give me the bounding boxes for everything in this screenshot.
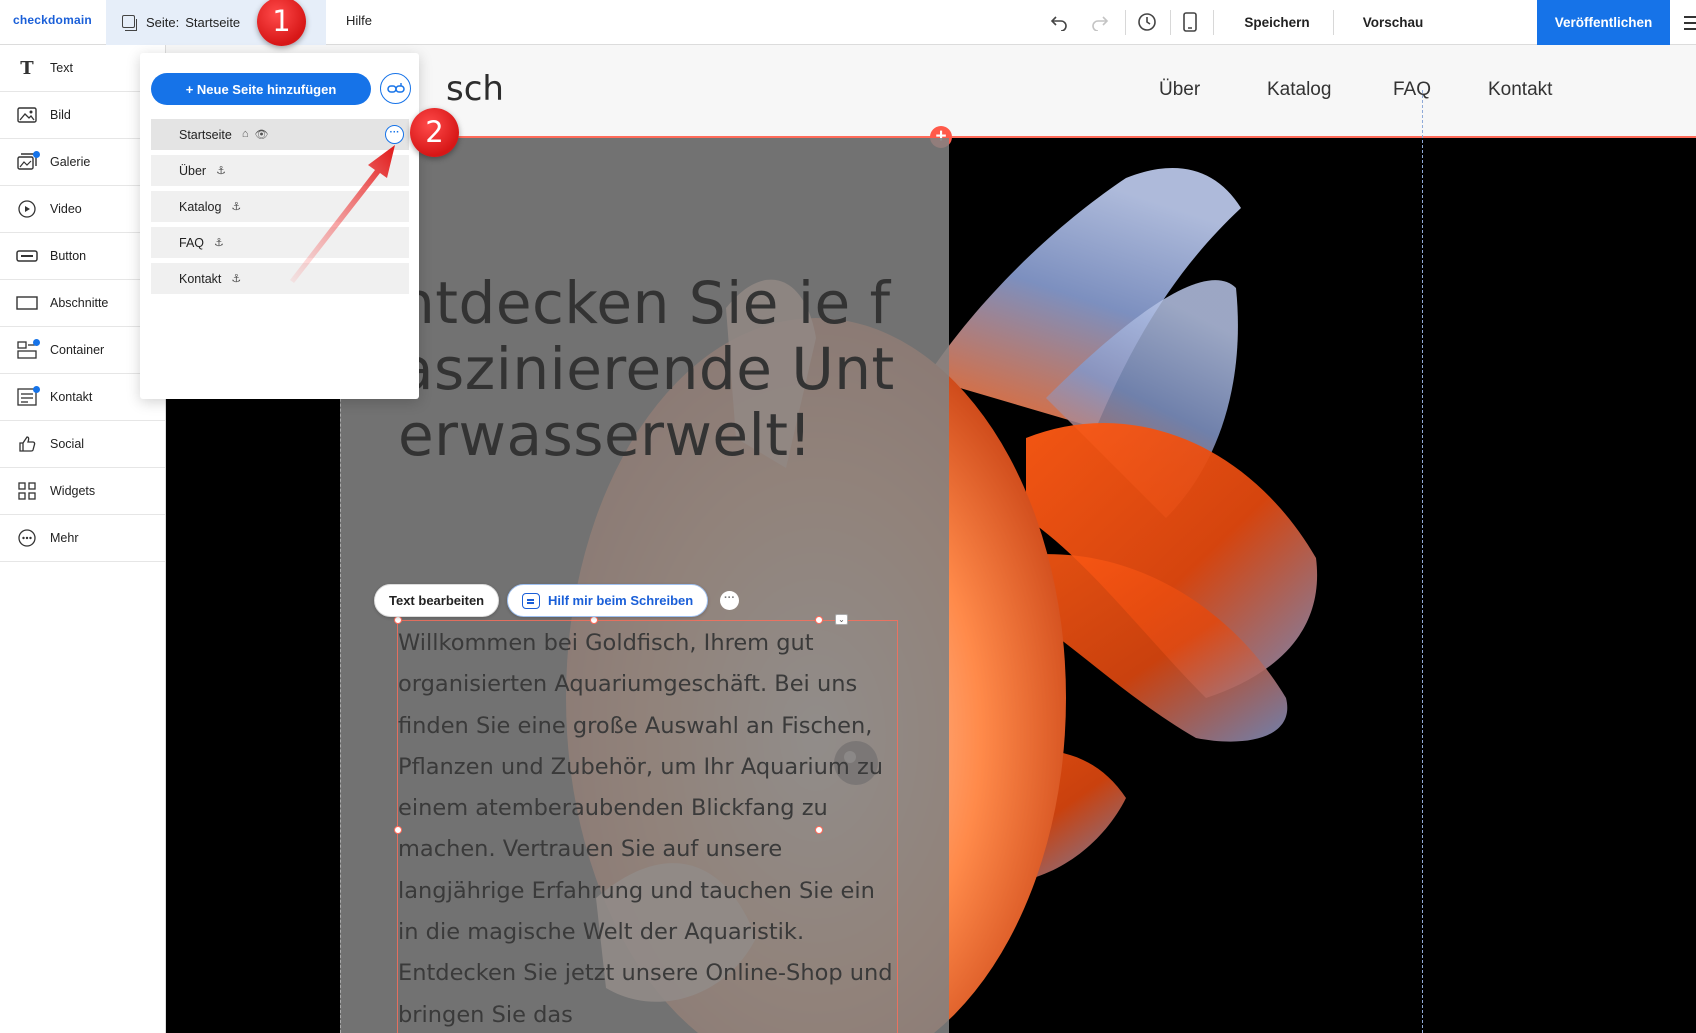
publish-button[interactable]: Veröffentlichen bbox=[1537, 0, 1670, 45]
help-link[interactable]: Hilfe bbox=[346, 13, 372, 28]
top-bar: checkdomain Seite: Startseite Hilfe Spei… bbox=[0, 0, 1696, 45]
link-page-icon[interactable] bbox=[380, 73, 411, 104]
image-icon bbox=[16, 105, 38, 125]
text-icon: T bbox=[20, 57, 34, 79]
layout-guide-line bbox=[1422, 90, 1423, 1033]
annotation-arrow bbox=[290, 145, 395, 283]
site-brand[interactable]: sch bbox=[446, 69, 504, 109]
hamburger-menu-icon[interactable] bbox=[1684, 16, 1696, 30]
home-icon: ⌂ bbox=[241, 128, 249, 140]
toolbar-divider bbox=[1333, 10, 1334, 35]
sidebar-item-more[interactable]: Mehr bbox=[0, 515, 165, 562]
gallery-icon bbox=[16, 151, 40, 172]
toolbar-divider bbox=[1125, 10, 1126, 35]
more-icon bbox=[16, 528, 38, 548]
nav-link-faq[interactable]: FAQ bbox=[1393, 79, 1431, 101]
anchor-icon: ⚓ bbox=[231, 201, 242, 213]
edit-text-button[interactable]: Text bearbeiten bbox=[374, 584, 500, 617]
save-button[interactable]: Speichern bbox=[1222, 0, 1332, 45]
sidebar-item-label: Kontakt bbox=[50, 390, 93, 404]
anchor-icon: ⚓ bbox=[214, 237, 224, 249]
hero-body-text[interactable]: Willkommen bei Goldfisch, Ihrem gut orga… bbox=[398, 623, 896, 1033]
contact-icon bbox=[16, 386, 40, 407]
page-selector-prefix: Seite: bbox=[146, 15, 180, 30]
video-icon bbox=[16, 199, 38, 219]
widgets-icon bbox=[16, 481, 38, 501]
toolbar-divider bbox=[1170, 10, 1171, 35]
history-icon[interactable] bbox=[1135, 10, 1159, 34]
nav-link-katalog[interactable]: Katalog bbox=[1267, 79, 1331, 101]
nav-link-ueber[interactable]: Über bbox=[1159, 79, 1200, 101]
page-row-label: Über bbox=[179, 163, 207, 178]
toolbar-divider bbox=[1213, 10, 1214, 35]
sidebar-item-label: Galerie bbox=[50, 155, 91, 169]
add-page-button[interactable]: + Neue Seite hinzufügen bbox=[151, 73, 371, 105]
sidebar-item-label: Abschnitte bbox=[50, 296, 109, 310]
nav-link-kontakt[interactable]: Kontakt bbox=[1488, 79, 1552, 101]
sidebar-item-label: Mehr bbox=[50, 531, 79, 545]
thumbs-up-icon bbox=[16, 434, 38, 454]
hero-title[interactable]: ntdecken Sie ie faszinierende Unterwasse… bbox=[398, 270, 918, 468]
anchor-icon: ⚓ bbox=[216, 165, 226, 177]
sidebar-item-social[interactable]: Social bbox=[0, 421, 165, 468]
page-row-label: Katalog bbox=[179, 199, 222, 214]
sidebar-item-label: Container bbox=[50, 343, 105, 357]
redo-icon[interactable] bbox=[1088, 10, 1112, 34]
sidebar-item-label: Social bbox=[50, 437, 85, 451]
page-row-label: Startseite bbox=[179, 127, 232, 142]
button-icon bbox=[16, 246, 38, 266]
page-row-label: FAQ bbox=[179, 235, 205, 250]
container-icon bbox=[16, 339, 40, 360]
callout-number-2: 2 bbox=[410, 108, 459, 157]
preview-button[interactable]: Vorschau bbox=[1338, 0, 1448, 45]
section-icon bbox=[16, 293, 38, 313]
page-selector-current: Startseite bbox=[185, 15, 241, 30]
more-options-icon[interactable]: ··· bbox=[720, 591, 739, 610]
sidebar-item-label: Button bbox=[50, 249, 87, 263]
sidebar-item-label: Bild bbox=[50, 108, 71, 122]
sidebar-item-label: Video bbox=[50, 202, 82, 216]
ai-write-button[interactable]: Hilf mir beim Schreiben bbox=[507, 584, 709, 617]
logo: checkdomain bbox=[13, 13, 92, 27]
eye-icon: 👁 bbox=[254, 129, 269, 141]
sidebar-item-widgets[interactable]: Widgets bbox=[0, 468, 165, 515]
sidebar-item-label: Widgets bbox=[50, 484, 96, 498]
anchor-icon: ⚓ bbox=[231, 273, 242, 285]
pages-icon bbox=[122, 15, 137, 31]
ai-write-label: Hilf mir beim Schreiben bbox=[548, 593, 694, 608]
chat-ai-icon bbox=[522, 592, 540, 609]
mobile-view-icon[interactable] bbox=[1178, 10, 1202, 34]
sidebar-item-label: Text bbox=[50, 61, 73, 75]
undo-icon[interactable] bbox=[1047, 10, 1071, 34]
page-row-label: Kontakt bbox=[179, 271, 222, 286]
